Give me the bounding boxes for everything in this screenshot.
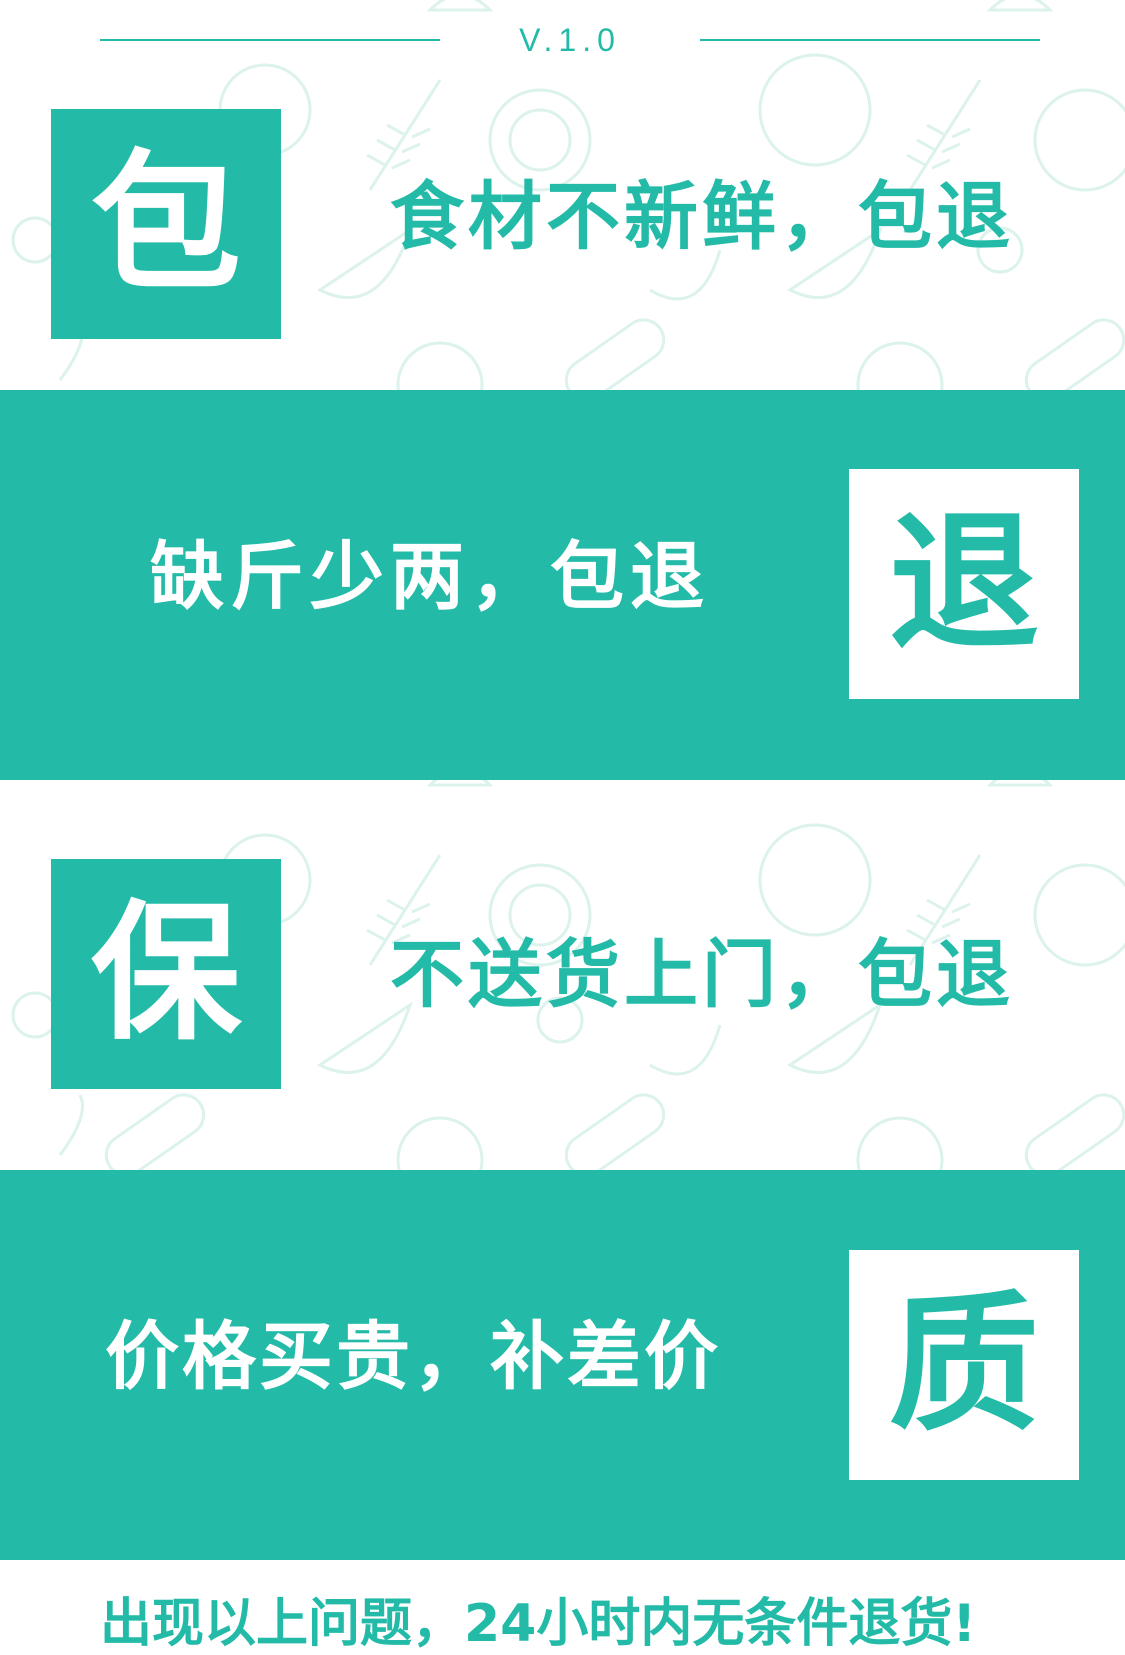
version-label: V.1.0 (519, 22, 621, 58)
guarantee-text-delivery: 不送货上门，包退 (390, 932, 1014, 1018)
version-divider-left (100, 39, 440, 41)
badge-tui: 退 (849, 469, 1079, 699)
guarantee-text-price: 价格买贵，补差价 (105, 1314, 721, 1400)
badge-bao: 包 (51, 109, 281, 339)
badge-bao-2: 保 (51, 859, 281, 1089)
refund-policy-footer: 出现以上问题，24小时内无条件退货! (100, 1594, 977, 1654)
version-divider-right (700, 39, 1040, 41)
guarantee-text-freshness: 食材不新鲜，包退 (390, 174, 1014, 260)
guarantee-text-weight: 缺斤少两，包退 (150, 534, 710, 620)
badge-zhi: 质 (849, 1250, 1079, 1480)
promo-page: V.1.0 包 食材不新鲜，包退 缺斤少两，包退 退 保 不送货上门，包退 价格… (0, 0, 1125, 1655)
